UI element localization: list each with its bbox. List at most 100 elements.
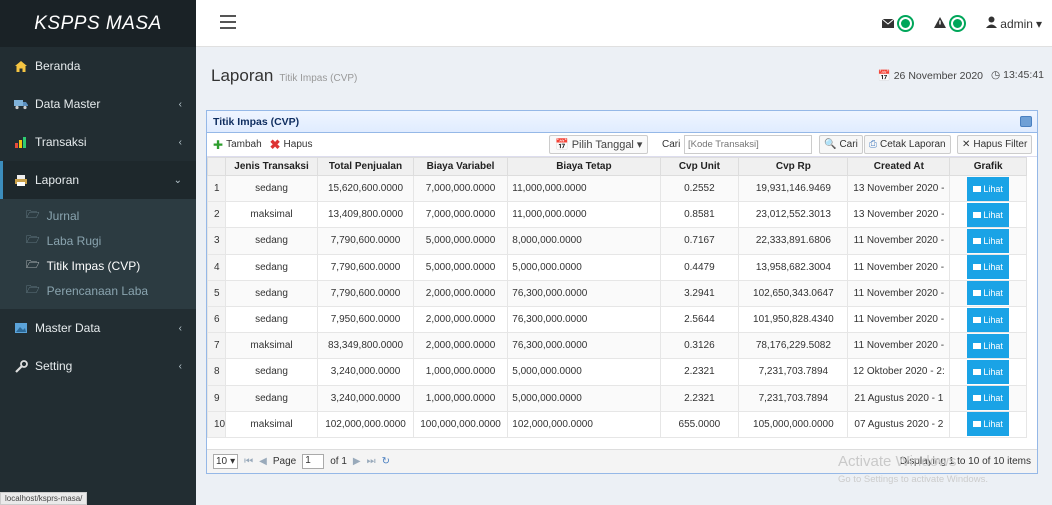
sidebar-item-master-data[interactable]: Master Data ‹	[0, 309, 196, 347]
sidebar-subitem-perencanaan-laba[interactable]: 🗁 Perencanaan Laba	[0, 278, 196, 303]
cell-biaya-tetap: 11,000,000.0000	[507, 201, 661, 229]
column-header[interactable]: Biaya Variabel	[412, 157, 509, 176]
cell-grafik: Lihat	[949, 384, 1027, 412]
table-row[interactable]: 6 sedang 7,950,600.0000 2,000,000.0000 76,30…	[207, 305, 1027, 334]
cell-cvp-rp: 19,931,146.9469	[738, 174, 849, 203]
table-row[interactable]: 9 sedang 3,240,000.0000 1,000,000.0000 5,000…	[207, 384, 1027, 412]
last-page-icon[interactable]: ⏭	[367, 456, 376, 467]
add-button[interactable]: ✚ Tambah	[213, 138, 262, 152]
cell-jenis: sedang	[224, 384, 319, 412]
messages-notification[interactable]	[881, 15, 915, 32]
view-chart-button[interactable]: Lihat	[967, 359, 1009, 384]
view-chart-button[interactable]: Lihat	[967, 333, 1009, 358]
first-page-icon[interactable]: ⏮	[244, 456, 253, 467]
next-page-icon[interactable]: ▶	[353, 456, 361, 467]
table-row[interactable]: 3 sedang 7,790,600.0000 5,000,000.0000 8,000…	[207, 227, 1027, 255]
cell-total-penjualan: 3,240,000.0000	[317, 384, 414, 412]
sidebar-item-setting[interactable]: Setting ‹	[0, 347, 196, 385]
column-header[interactable]: Jenis Transaksi	[224, 157, 319, 176]
view-chart-button[interactable]: Lihat	[967, 202, 1009, 227]
activation-watermark-hint: Go to Settings to activate Windows.	[838, 474, 988, 485]
cvp-table: Jenis Transaksi Total Penjualan Biaya Va…	[207, 157, 1027, 438]
view-chart-label: Lihat	[983, 393, 1003, 404]
column-header[interactable]: Total Penjualan	[317, 157, 414, 176]
sidebar-subitem-jurnal[interactable]: 🗁 Jurnal	[0, 203, 196, 228]
page-number-input[interactable]: 1	[302, 454, 325, 469]
view-chart-button[interactable]: Lihat	[967, 386, 1009, 411]
cell-grafik: Lihat	[949, 174, 1027, 203]
sidebar-subitem-label: Laba Rugi	[46, 233, 102, 248]
cell-cvp-rp: 13,958,682.3004	[738, 253, 849, 281]
column-header[interactable]: Biaya Tetap	[507, 157, 661, 176]
view-chart-button[interactable]: Lihat	[967, 307, 1009, 332]
cell-created-at: 11 November 2020 -	[847, 332, 951, 360]
add-icon: ✚	[213, 137, 224, 152]
sidebar-item-beranda[interactable]: Beranda	[0, 47, 196, 85]
print-report-button[interactable]: ⎙ Cetak Laporan	[864, 135, 951, 154]
cell-cvp-unit: 0.7167	[659, 227, 740, 255]
cell-biaya-tetap: 8,000,000.0000	[507, 227, 661, 255]
sidebar-subitem-label: Jurnal	[46, 208, 80, 223]
brand-logo[interactable]: KSPPS MASA	[0, 0, 196, 47]
prev-page-icon[interactable]: ◀	[259, 456, 267, 467]
table-row[interactable]: 1 sedang 15,620,600.0000 7,000,000.0000 11,0…	[207, 174, 1027, 203]
column-header[interactable]: Created At	[847, 157, 951, 176]
sidebar-subitem-laba-rugi[interactable]: 🗁 Laba Rugi	[0, 228, 196, 253]
image-icon	[11, 322, 31, 334]
sidebar-item-laporan[interactable]: Laporan ⌄	[0, 161, 196, 199]
search-input[interactable]	[684, 135, 812, 154]
table-row[interactable]: 5 sedang 7,790,600.0000 2,000,000.0000 76,30…	[207, 279, 1027, 307]
sidebar-subitem-titik-impas[interactable]: 🗁 Titik Impas (CVP)	[0, 253, 196, 278]
row-number: 3	[207, 227, 226, 255]
sidebar-item-data-master[interactable]: Data Master ‹	[0, 85, 196, 123]
table-row[interactable]: 8 sedang 3,240,000.0000 1,000,000.0000 5,000…	[207, 358, 1027, 386]
cell-grafik: Lihat	[949, 279, 1027, 307]
table-row[interactable]: 4 sedang 7,790,600.0000 5,000,000.0000 5,000…	[207, 253, 1027, 281]
date-picker-button[interactable]: 📅 Pilih Tanggal ▾	[549, 135, 649, 154]
cell-cvp-rp: 102,650,343.0647	[738, 279, 849, 307]
cell-biaya-tetap: 5,000,000.0000	[507, 358, 661, 386]
cell-grafik: Lihat	[949, 253, 1027, 281]
cell-biaya-variabel: 2,000,000.0000	[412, 305, 509, 334]
view-chart-label: Lihat	[983, 288, 1003, 299]
folder-icon: 🗁	[26, 259, 40, 271]
hamburger-menu-icon[interactable]	[220, 15, 236, 29]
view-chart-button[interactable]: Lihat	[967, 412, 1009, 437]
folder-icon: 🗁	[26, 234, 40, 246]
cell-cvp-unit: 0.4479	[659, 253, 740, 281]
table-row[interactable]: 2 maksimal 13,409,800.0000 7,000,000.0000 11…	[207, 201, 1027, 229]
sidebar-item-transaksi[interactable]: Transaksi ‹	[0, 123, 196, 161]
page-size-select[interactable]: 10 ▾	[213, 454, 239, 469]
cell-cvp-rp: 7,231,703.7894	[738, 384, 849, 412]
cell-jenis: sedang	[224, 358, 319, 386]
column-header[interactable]: Cvp Rp	[738, 157, 849, 176]
envelope-icon	[881, 17, 895, 31]
printer-icon	[11, 174, 31, 187]
chart-icon	[973, 316, 982, 323]
cell-jenis: maksimal	[224, 332, 319, 360]
column-header[interactable]: Grafik	[949, 157, 1027, 176]
table-row[interactable]: 7 maksimal 83,349,800.0000 2,000,000.0000 76…	[207, 332, 1027, 360]
clear-filter-button[interactable]: ✕ Hapus Filter	[957, 135, 1033, 154]
current-date: 26 November 2020	[893, 70, 984, 82]
alerts-notification[interactable]	[934, 15, 967, 32]
cell-cvp-unit: 2.2321	[659, 384, 740, 412]
row-number: 7	[207, 332, 226, 360]
view-chart-button[interactable]: Lihat	[967, 176, 1009, 201]
row-number: 2	[207, 201, 226, 229]
view-chart-button[interactable]: Lihat	[967, 281, 1009, 306]
table-row[interactable]: 10 maksimal 102,000,000.0000 100,000,000.00…	[207, 410, 1027, 438]
row-number: 8	[207, 358, 226, 386]
chart-icon	[973, 264, 982, 271]
column-header[interactable]: Cvp Unit	[659, 157, 740, 176]
search-button[interactable]: 🔍 Cari	[819, 135, 863, 154]
view-chart-button[interactable]: Lihat	[967, 228, 1009, 253]
view-chart-button[interactable]: Lihat	[967, 255, 1009, 280]
cell-created-at: 11 November 2020 -	[847, 253, 951, 281]
delete-button[interactable]: ✖ Hapus	[270, 137, 313, 153]
collapse-panel-icon[interactable]	[1020, 116, 1032, 127]
refresh-icon[interactable]: ↻	[382, 456, 390, 467]
row-number: 5	[207, 279, 226, 307]
cell-created-at: 11 November 2020 -	[847, 305, 951, 334]
user-menu[interactable]: admin ▾	[986, 16, 1042, 31]
